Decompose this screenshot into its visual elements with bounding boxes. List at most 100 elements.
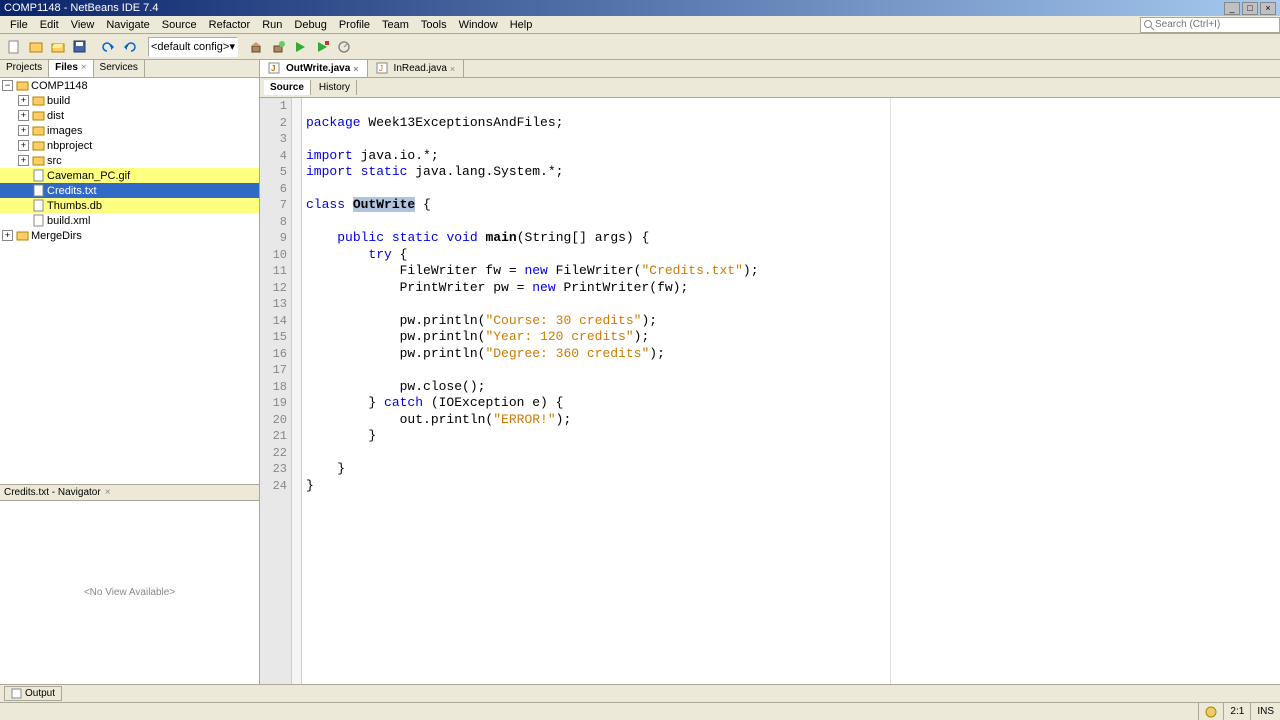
- minimize-button[interactable]: _: [1224, 2, 1240, 15]
- menu-navigate[interactable]: Navigate: [100, 17, 155, 33]
- file-icon: [32, 169, 45, 182]
- folder-icon: [32, 154, 45, 167]
- line-gutter: 123456789101112131415161718192021222324: [260, 98, 292, 684]
- debug-button[interactable]: [312, 37, 332, 57]
- new-file-button[interactable]: [4, 37, 24, 57]
- search-icon: [1143, 19, 1155, 31]
- expand-icon[interactable]: +: [18, 95, 29, 106]
- tree-item[interactable]: +dist: [0, 108, 259, 123]
- menu-view[interactable]: View: [65, 17, 101, 33]
- tree-item[interactable]: Caveman_PC.gif: [0, 168, 259, 183]
- new-project-button[interactable]: [26, 37, 46, 57]
- close-button[interactable]: ×: [1260, 2, 1276, 15]
- status-bar: 2:1 INS: [0, 702, 1280, 720]
- project-icon: [16, 229, 29, 242]
- expand-icon[interactable]: +: [18, 125, 29, 136]
- folder-icon: [32, 109, 45, 122]
- status-insert-mode: INS: [1250, 703, 1280, 720]
- editor-tool-icon[interactable]: [383, 80, 399, 96]
- tree-item[interactable]: +nbproject: [0, 138, 259, 153]
- menu-file[interactable]: File: [4, 17, 34, 33]
- menu-help[interactable]: Help: [504, 17, 539, 33]
- side-tabs: Projects Files × Services: [0, 60, 259, 78]
- undo-button[interactable]: [98, 37, 118, 57]
- editor-tab[interactable]: J InRead.java ×: [368, 60, 465, 77]
- tab-projects[interactable]: Projects: [0, 60, 49, 77]
- menu-profile[interactable]: Profile: [333, 17, 376, 33]
- collapse-icon[interactable]: −: [2, 80, 13, 91]
- close-tab-icon[interactable]: ×: [450, 64, 455, 74]
- project-icon: [16, 79, 29, 92]
- file-tree[interactable]: − COMP1148 +build +dist +images +nbproje…: [0, 78, 259, 484]
- java-file-icon: J: [268, 62, 281, 75]
- search-input[interactable]: [1155, 19, 1265, 30]
- menu-run[interactable]: Run: [256, 17, 288, 33]
- maximize-button[interactable]: □: [1242, 2, 1258, 15]
- open-project-button[interactable]: [48, 37, 68, 57]
- menu-source[interactable]: Source: [156, 17, 203, 33]
- window-title: COMP1148 - NetBeans IDE 7.4: [4, 2, 158, 14]
- editor-tool-icon[interactable]: [419, 80, 435, 96]
- tree-item[interactable]: +build: [0, 93, 259, 108]
- editor-tab-active[interactable]: J OutWrite.java ×: [260, 60, 368, 77]
- output-tab[interactable]: Output: [4, 686, 62, 701]
- history-tab[interactable]: History: [313, 80, 357, 95]
- tree-root-2[interactable]: + MergeDirs: [0, 228, 259, 243]
- java-file-icon: J: [376, 62, 389, 75]
- close-tab-icon[interactable]: ×: [353, 64, 358, 74]
- menu-refactor[interactable]: Refactor: [203, 17, 257, 33]
- menu-tools[interactable]: Tools: [415, 17, 453, 33]
- search-box[interactable]: [1140, 17, 1280, 33]
- editor-toolbar: Source History: [260, 78, 1280, 98]
- status-position: 2:1: [1223, 703, 1250, 720]
- svg-text:J: J: [271, 64, 275, 73]
- save-all-button[interactable]: [70, 37, 90, 57]
- menu-edit[interactable]: Edit: [34, 17, 65, 33]
- code-editor[interactable]: 123456789101112131415161718192021222324 …: [260, 98, 1280, 684]
- tree-item-selected[interactable]: Credits.txt: [0, 183, 259, 198]
- file-icon: [32, 214, 45, 227]
- tree-item[interactable]: build.xml: [0, 213, 259, 228]
- menu-debug[interactable]: Debug: [288, 17, 332, 33]
- svg-text:J: J: [379, 64, 383, 73]
- close-icon[interactable]: ×: [105, 487, 111, 498]
- expand-icon[interactable]: +: [18, 110, 29, 121]
- fold-column[interactable]: [292, 98, 302, 684]
- tree-item[interactable]: +src: [0, 153, 259, 168]
- editor-tool-icon[interactable]: [365, 80, 381, 96]
- navigator-header: Credits.txt - Navigator ×: [0, 485, 259, 501]
- navigator-panel: Credits.txt - Navigator × <No View Avail…: [0, 484, 259, 684]
- tree-item[interactable]: Thumbs.db: [0, 198, 259, 213]
- output-icon: [11, 688, 22, 699]
- config-combo[interactable]: <default config>▾: [148, 37, 238, 57]
- tree-item[interactable]: +images: [0, 123, 259, 138]
- status-notify-icon[interactable]: [1198, 703, 1223, 720]
- folder-icon: [32, 94, 45, 107]
- run-button[interactable]: [290, 37, 310, 57]
- tree-root[interactable]: − COMP1148: [0, 78, 259, 93]
- bottom-panel-tabs: Output: [0, 684, 1280, 702]
- navigator-body: <No View Available>: [0, 501, 259, 684]
- expand-icon[interactable]: +: [2, 230, 13, 241]
- tab-files[interactable]: Files ×: [49, 60, 93, 77]
- profile-button[interactable]: [334, 37, 354, 57]
- clean-build-button[interactable]: [268, 37, 288, 57]
- editor-area: J OutWrite.java × J InRead.java × Source…: [260, 60, 1280, 684]
- editor-tabs: J OutWrite.java × J InRead.java ×: [260, 60, 1280, 78]
- menu-team[interactable]: Team: [376, 17, 415, 33]
- expand-icon[interactable]: +: [18, 140, 29, 151]
- code-content[interactable]: package Week13ExceptionsAndFiles; import…: [302, 98, 1280, 684]
- file-icon: [32, 199, 45, 212]
- folder-icon: [32, 124, 45, 137]
- redo-button[interactable]: [120, 37, 140, 57]
- menu-bar: File Edit View Navigate Source Refactor …: [0, 16, 1280, 34]
- menu-window[interactable]: Window: [453, 17, 504, 33]
- window-titlebar: COMP1148 - NetBeans IDE 7.4 _ □ ×: [0, 0, 1280, 16]
- main-toolbar: <default config>▾: [0, 34, 1280, 60]
- source-tab[interactable]: Source: [264, 80, 311, 95]
- tab-services[interactable]: Services: [94, 60, 145, 77]
- editor-tool-icon[interactable]: [401, 80, 417, 96]
- folder-icon: [32, 139, 45, 152]
- expand-icon[interactable]: +: [18, 155, 29, 166]
- build-button[interactable]: [246, 37, 266, 57]
